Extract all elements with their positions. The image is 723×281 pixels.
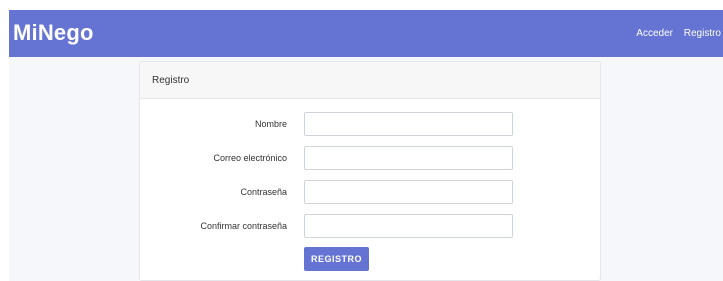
register-button[interactable]: REGISTRO xyxy=(304,247,369,271)
top-navbar: MiNego Acceder Registro xyxy=(9,10,723,57)
form-row-email: Correo electrónico xyxy=(140,146,602,170)
nombre-input[interactable] xyxy=(304,112,513,136)
page: MiNego Acceder Registro Registro Nombre … xyxy=(0,0,723,281)
nav-link-registro[interactable]: Registro xyxy=(684,28,721,39)
register-card: Registro Nombre Correo electrónico Contr… xyxy=(139,61,601,281)
nav-link-acceder[interactable]: Acceder xyxy=(636,28,673,39)
form-row-confirm-password: Confirmar contraseña xyxy=(140,214,602,238)
nombre-label: Nombre xyxy=(254,119,287,129)
password-label: Contraseña xyxy=(240,187,287,197)
form-row-password: Contraseña xyxy=(140,180,602,204)
brand-logo[interactable]: MiNego xyxy=(13,20,94,46)
confirm-password-input[interactable] xyxy=(304,214,513,238)
email-input[interactable] xyxy=(304,146,513,170)
password-input[interactable] xyxy=(304,180,513,204)
card-title: Registro xyxy=(140,62,600,99)
nav-links: Acceder Registro xyxy=(628,27,721,40)
confirm-password-label: Confirmar contraseña xyxy=(200,221,287,231)
form-row-nombre: Nombre xyxy=(140,112,602,136)
app-canvas: MiNego Acceder Registro Registro Nombre … xyxy=(9,10,723,281)
email-label: Correo electrónico xyxy=(213,153,287,163)
